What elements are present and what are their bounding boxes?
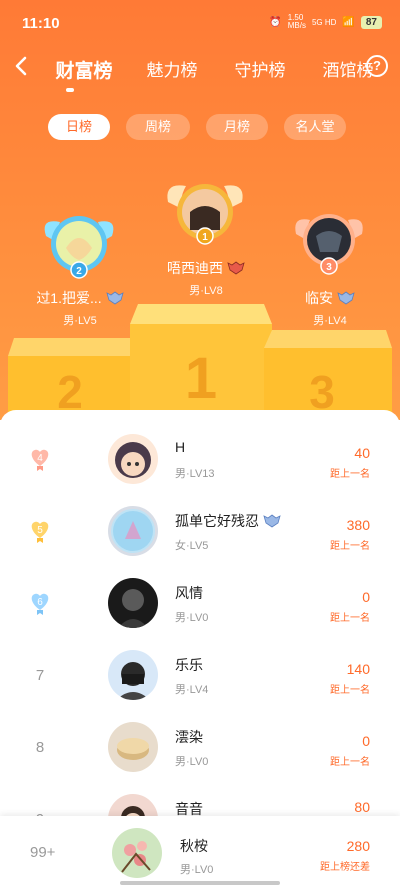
gap-label: 距上一名 [330,469,370,480]
battery-indicator: 87 [360,15,382,29]
home-indicator[interactable] [120,881,280,885]
gap-value: 80 [354,799,370,815]
list-item[interactable]: 7 乐乐 男·LV4 140 距上一名 [0,639,400,711]
status-time: 11:10 [22,15,60,32]
medal-icon [263,514,281,528]
heart-rank-icon: 6 [31,593,49,615]
svg-text:5: 5 [37,525,43,536]
svg-text:4: 4 [37,453,43,464]
rank-1-avatar-frame[interactable]: 1 [162,178,248,252]
gap-label: 距上一名 [330,613,370,624]
gap-label: 距上一名 [330,541,370,552]
tab-guard[interactable]: 守护榜 [216,56,304,83]
list-item[interactable]: 5 孤单它好残忍 女·LV5 380 距上一名 [0,495,400,567]
gap-label: 距上一名 [330,685,370,696]
period-weekly[interactable]: 周榜 [126,114,190,140]
period-selector: 日榜 周榜 月榜 名人堂 [48,114,346,140]
svg-text:2: 2 [76,266,82,277]
header-area: 11:10 ⏰ 1.50 MB/s 5G HD 📶 87 财富榜 魅力榜 守护榜… [0,0,400,420]
alarm-icon: ⏰ [269,16,282,28]
rank-3-avatar-frame[interactable]: 3 [290,208,368,280]
avatar[interactable] [108,434,158,484]
list-item[interactable]: 4 H 男·LV13 40 距上一名 [0,423,400,495]
avatar[interactable] [108,578,158,628]
svg-text:1: 1 [202,232,208,243]
user-level: 男·LV13 [175,468,215,480]
user-name: 孤单它好残忍 [175,513,259,529]
gap-label: 距上一名 [330,757,370,768]
back-arrow-icon[interactable] [10,54,34,78]
gap-value: 0 [362,589,370,605]
my-level: 男·LV0 [180,864,214,876]
network-label: 5G HD [311,17,337,27]
dragon-badge-icon [227,261,245,275]
gap-value: 0 [362,733,370,749]
my-gap-label: 距上榜还差 [320,862,370,873]
gap-value: 380 [346,517,370,533]
rank-1-name: 唔西迪西 [167,260,223,276]
avatar[interactable] [108,722,158,772]
rank-heart-badge: 6 [24,567,56,639]
svg-text:3: 3 [326,262,332,273]
heart-rank-icon: 4 [31,449,49,471]
my-name: 秋桉 [180,838,208,854]
user-level: 男·LV0 [175,612,209,624]
rank-number: 7 [35,666,45,684]
my-gap-value: 280 [346,838,370,854]
help-icon[interactable]: ? [366,55,388,77]
network-speed: 1.50 MB/s [287,13,306,30]
user-name: 澐染 [175,729,203,745]
tab-charm[interactable]: 魅力榜 [128,56,216,83]
avatar[interactable] [108,506,158,556]
svg-text:6: 6 [37,597,43,608]
rank-heart-badge: 5 [24,495,56,567]
gap-value: 140 [346,661,370,677]
user-name-with-badge: 孤单它好残忍 [175,511,281,531]
user-name: H [175,439,186,455]
user-name: 乐乐 [175,657,203,673]
heart-rank-icon: 5 [31,521,49,543]
podium: 2 1 3 [8,304,392,420]
user-level: 男·LV0 [175,756,209,768]
tab-wealth[interactable]: 财富榜 [40,56,128,83]
rank-2-avatar-frame[interactable]: 2 [40,208,118,286]
active-tab-indicator [66,88,74,92]
user-name: 风情 [175,585,203,601]
user-level: 女·LV5 [175,540,209,552]
ranking-tabs: 财富榜 魅力榜 守护榜 酒馆榜 [40,56,392,83]
podium-label-1: 1 [185,346,217,411]
my-rank: 99+ [30,844,56,861]
gap-value: 40 [354,445,370,461]
wifi-icon: 📶 [342,16,355,28]
period-daily[interactable]: 日榜 [48,114,110,140]
ranking-nav: 财富榜 魅力榜 守护榜 酒馆榜 ? [0,48,400,92]
rank-heart-badge: 4 [24,423,56,495]
status-icons: ⏰ 1.50 MB/s 5G HD 📶 87 [269,14,382,30]
user-level: 男·LV4 [175,684,209,696]
my-rank-bar[interactable]: 99+ 秋桉 男·LV0 280 距上榜还差 [0,816,400,889]
period-monthly[interactable]: 月榜 [206,114,268,140]
rank-number: 8 [35,738,45,756]
list-item[interactable]: 6 风情 男·LV0 0 距上一名 [0,567,400,639]
status-bar: 11:10 ⏰ 1.50 MB/s 5G HD 📶 87 [0,0,400,44]
list-item[interactable]: 8 澐染 男·LV0 0 距上一名 [0,711,400,783]
period-hall-of-fame[interactable]: 名人堂 [284,114,346,140]
avatar[interactable] [108,650,158,700]
my-avatar[interactable] [112,828,162,878]
